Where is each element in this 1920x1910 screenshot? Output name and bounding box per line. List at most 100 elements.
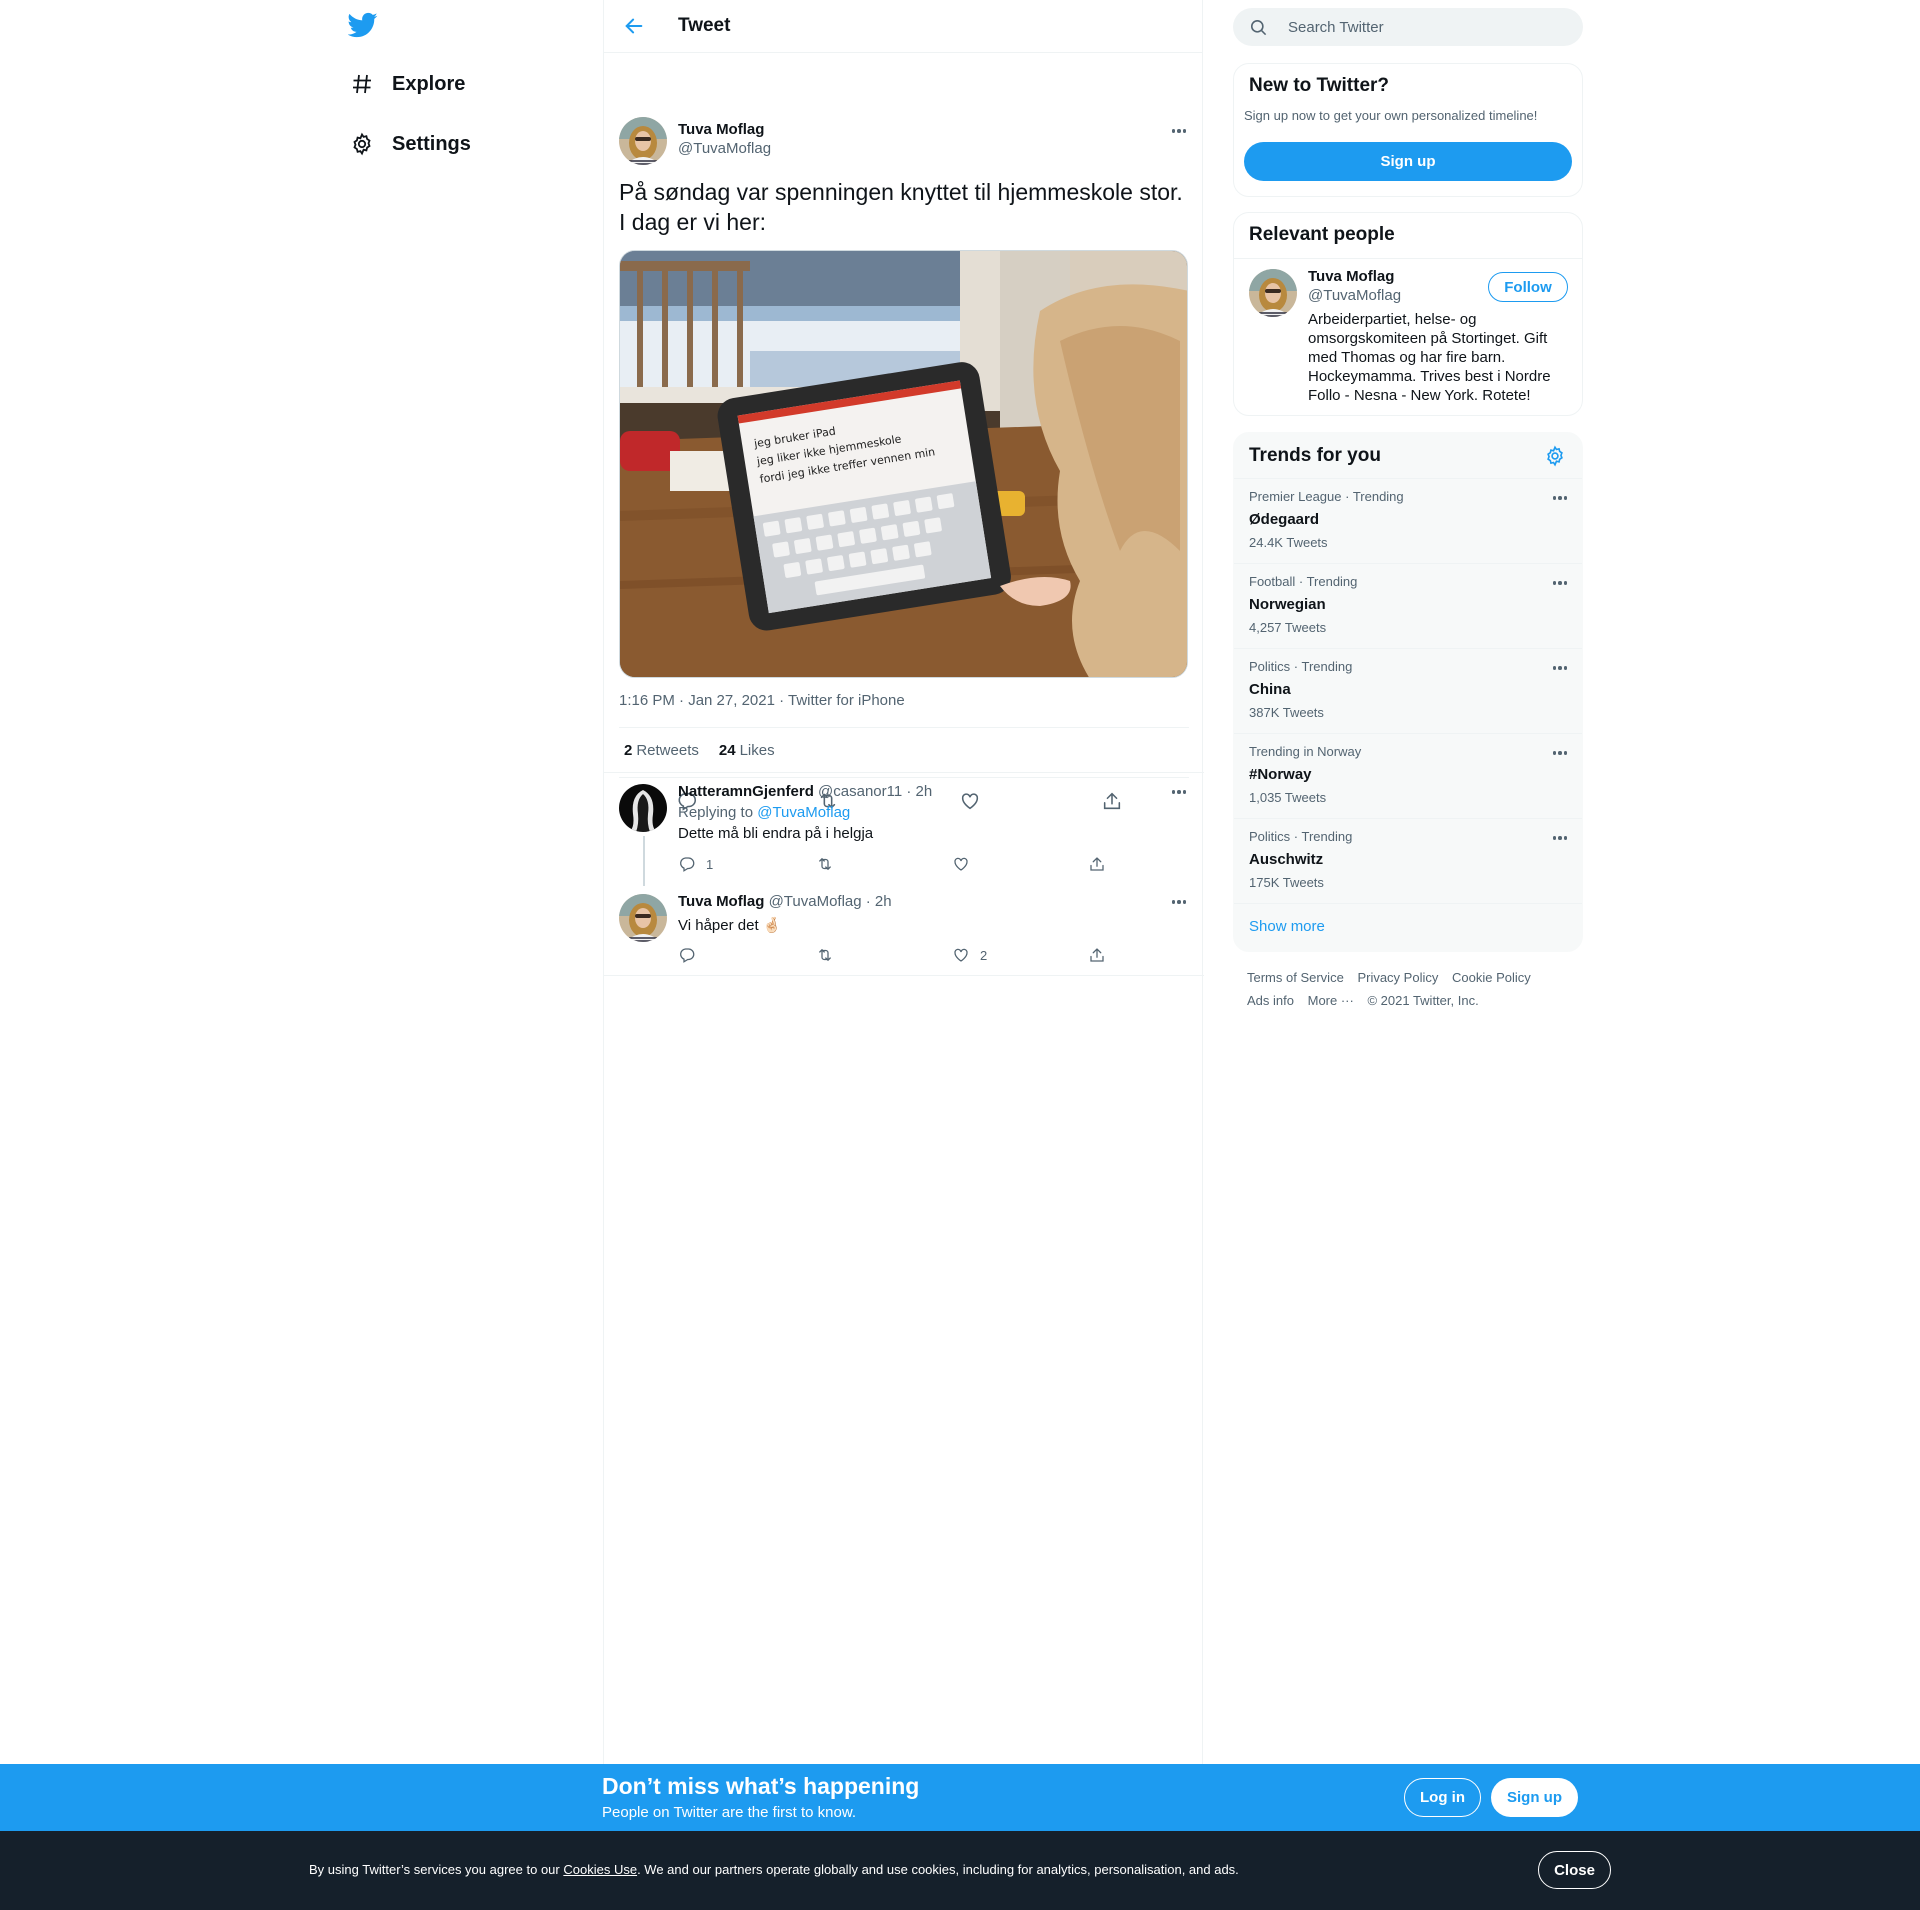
reply-tweet[interactable]: NatteramnGjenferd @casanor11 · 2h Replyi… [604,773,1204,888]
more-options-icon[interactable] [1167,124,1191,138]
like-icon [954,948,968,962]
reply-icon [680,857,695,872]
more-link[interactable]: More ··· [1308,993,1354,1008]
bio-line: Follo - Nesna - New York. Rotete! [1308,387,1531,404]
share-icon [1090,857,1104,871]
bio-line: Hockeymamma. Trives best i Nordre [1308,368,1551,385]
avatar[interactable] [619,894,667,942]
retweet-button[interactable] [816,855,834,873]
reply-text: Dette må bli endra på i helgja [678,825,874,842]
trend-context: Football · Trending [1249,574,1358,589]
cookie-prefix: By using Twitter’s services you agree to… [309,1862,560,1877]
more-options-icon[interactable] [1548,576,1572,590]
bio-line: med Thomas og har fire barn. [1308,349,1506,366]
trend-item[interactable]: Football · Trending Norwegian 4,257 Twee… [1234,563,1582,648]
more-options-icon[interactable] [1548,746,1572,760]
cookie-suffix: . We and our partners operate globally a… [637,1862,1239,1877]
trend-context: Trending in Norway [1249,744,1362,759]
trend-count: 24.4K Tweets [1249,535,1328,550]
trend-name: Norwegian [1249,596,1326,613]
search-input[interactable] [1288,18,1568,36]
tweet-photo[interactable]: jeg bruker iPad jeg liker ikke hjemmesko… [619,250,1188,678]
author-name[interactable]: Tuva Moflag [678,121,764,138]
trends-card: Trends for you Premier League · Trending… [1233,432,1583,952]
like-count: 2 [980,947,988,963]
cookies-use-link[interactable]: Cookies Use [563,1862,637,1877]
avatar[interactable] [1249,269,1297,317]
reply-author-name[interactable]: NatteramnGjenferd [678,783,814,800]
footer-links: Ads info More ··· © 2021 Twitter, Inc. [1247,993,1489,1008]
nav-settings[interactable]: Settings [348,124,471,164]
reply-tweet[interactable]: Tuva Moflag @TuvaMoflag · 2h Vi håper de… [604,883,1204,976]
trend-item[interactable]: Premier League · Trending Ødegaard 24.4K… [1234,478,1582,563]
terms-link[interactable]: Terms of Service [1247,970,1344,985]
more-options-icon[interactable] [1548,661,1572,675]
thread-line [643,836,645,886]
tweet-timestamp[interactable]: 1:16 PM · Jan 27, 2021 · Twitter for iPh… [619,692,905,709]
retweets-label: Retweets [636,742,699,759]
retweet-icon [819,857,831,871]
nav-settings-label: Settings [392,132,471,155]
share-icon [1090,948,1104,962]
signup-promo-bar: Don’t miss what’s happening People on Tw… [0,1764,1920,1831]
login-button[interactable]: Log in [1404,1778,1481,1817]
copyright: © 2021 Twitter, Inc. [1367,993,1479,1008]
trend-name: Auschwitz [1249,851,1324,868]
retweet-button[interactable] [816,946,834,964]
avatar[interactable] [619,784,667,832]
retweets-stat[interactable]: 2 Retweets [624,742,699,759]
card-title: Relevant people [1249,224,1395,245]
avatar[interactable] [619,117,667,165]
person-handle[interactable]: @TuvaMoflag [1308,287,1401,304]
arrow-left-icon[interactable] [621,13,647,39]
ads-info-link[interactable]: Ads info [1247,993,1294,1008]
privacy-link[interactable]: Privacy Policy [1357,970,1438,985]
likes-stat[interactable]: 24 Likes [719,742,775,759]
like-button[interactable] [952,855,980,873]
more-options-icon[interactable] [1548,831,1572,845]
tweet-stats: 2 Retweets 24 Likes [624,742,775,759]
replying-to-link[interactable]: @TuvaMoflag [757,804,850,821]
show-more-link[interactable]: Show more [1249,918,1325,935]
reply-meta: @TuvaMoflag · 2h [768,893,892,910]
more-options-icon[interactable] [1167,895,1191,909]
tweet-text: På søndag var spenningen knyttet til hje… [619,177,1194,237]
new-to-twitter-card: New to Twitter? Sign up now to get your … [1233,63,1583,197]
trend-count: 387K Tweets [1249,705,1324,720]
likes-count: 24 [718,742,736,759]
reply-count: 1 [706,856,714,872]
nav-explore[interactable]: Explore [348,64,465,104]
follow-button[interactable]: Follow [1488,272,1568,302]
close-button[interactable]: Close [1538,1851,1611,1889]
cookie-banner: By using Twitter’s services you agree to… [0,1831,1920,1910]
reply-button[interactable]: 1 [678,855,713,873]
signup-button[interactable]: Sign up [1491,1778,1578,1817]
retweet-icon [819,948,831,962]
hashtag-icon [348,70,376,98]
share-button[interactable] [1088,946,1106,964]
gear-icon[interactable] [1544,445,1568,469]
reply-author-name[interactable]: Tuva Moflag [678,893,764,910]
divider [619,727,1189,728]
twitter-bird-icon[interactable] [347,10,382,44]
author-handle[interactable]: @TuvaMoflag [678,140,771,157]
trend-name: #Norway [1249,766,1312,783]
trend-name: Ødegaard [1249,511,1320,528]
trend-item[interactable]: Trending in Norway #Norway 1,035 Tweets [1234,733,1582,818]
cookie-text: By using Twitter’s services you agree to… [309,1862,1239,1877]
gear-icon [348,130,376,158]
divider [1234,258,1582,259]
trend-count: 175K Tweets [1249,875,1324,890]
cookie-policy-link[interactable]: Cookie Policy [1452,970,1531,985]
search-box[interactable] [1233,8,1583,46]
signup-button[interactable]: Sign up [1244,142,1572,181]
more-options-icon[interactable] [1548,491,1572,505]
share-button[interactable] [1088,855,1106,873]
more-options-icon[interactable] [1167,785,1191,799]
trend-item[interactable]: Politics · Trending Auschwitz 175K Tweet… [1234,818,1582,903]
trend-item[interactable]: Politics · Trending China 387K Tweets [1234,648,1582,733]
bio-line: omsorgskomiteen på Stortinget. Gift [1308,330,1548,347]
like-button[interactable]: 2 [952,946,987,964]
person-name[interactable]: Tuva Moflag [1308,268,1394,285]
reply-button[interactable] [678,946,706,964]
